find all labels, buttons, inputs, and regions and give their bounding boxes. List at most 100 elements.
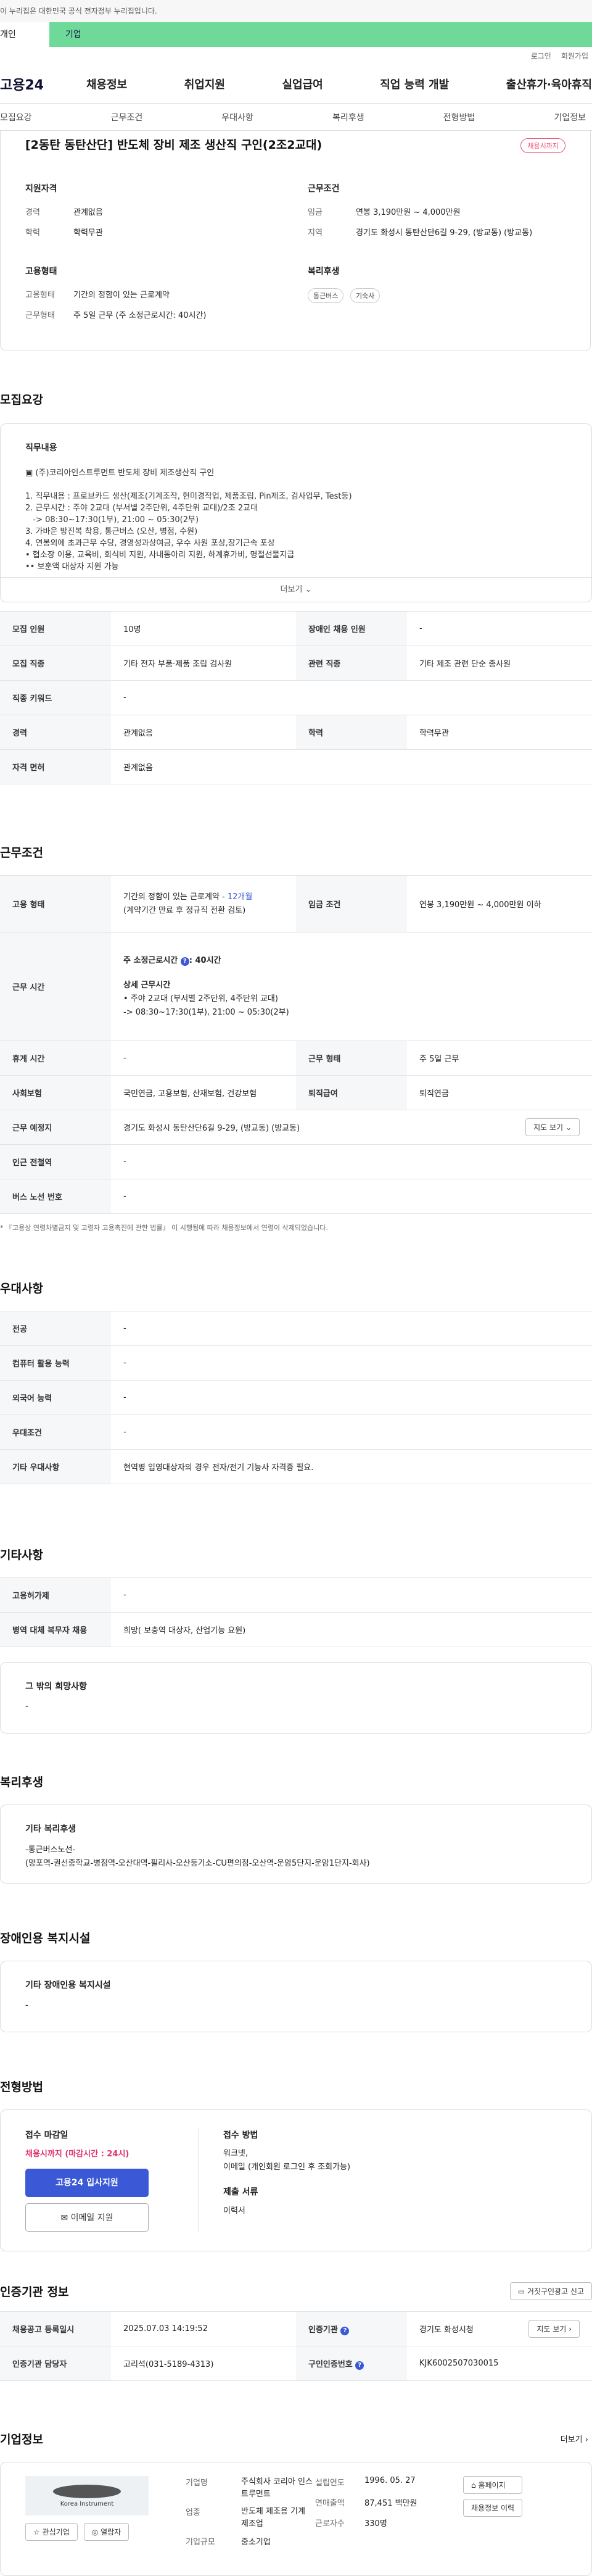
disabled-facility-box: 기타 장애인용 복지시설 - <box>0 1961 592 2032</box>
info-icon[interactable]: ? <box>355 2361 364 2370</box>
gnb-menu-skills[interactable]: 직업 능력 개발 <box>380 76 449 92</box>
welfare-chip: 통근버스 <box>308 288 344 303</box>
table-cell: - <box>111 1415 592 1450</box>
report-false-ad-button[interactable]: ▭ 거짓구인광고 신고 <box>509 2282 592 2300</box>
home-icon: ⌂ <box>471 2481 476 2490</box>
table-header-cell: 장애인 채용 인원 <box>296 611 407 646</box>
global-nav: 고용24 채용정보 취업지원 실업급여 직업 능력 개발 출산휴가·육아휴직 <box>0 64 592 104</box>
table-header-cell: 고용허가제 <box>0 1577 111 1613</box>
region-label: 지역 <box>308 228 323 238</box>
show-more-button[interactable]: 더보기 ⌄ <box>1 577 591 602</box>
scale-value: 중소기업 <box>241 2538 271 2547</box>
etc-section-title: 기타사항 <box>0 1548 43 1562</box>
company-info: 기업명 주식회사 코리아 인스트루먼트 업종 반도체 제조용 기계 제조업 기업규모… <box>161 2476 567 2562</box>
interest-company-button[interactable]: ☆ 관심기업 <box>25 2523 78 2541</box>
job-history-button[interactable]: 채용정보 이력 <box>463 2499 523 2517</box>
tab-personal[interactable]: 개인 <box>0 22 49 47</box>
table-cell: 경기도 화성시청 지도 보기 › <box>407 2311 592 2346</box>
table-header-cell: 모집 인원 <box>0 611 111 646</box>
job-description-label: 직무내용 <box>25 443 57 453</box>
cert-header: 인증기관 정보 ▭ 거짓구인광고 신고 <box>0 2282 592 2300</box>
table-header-cell: 병역 대체 복무자 채용 <box>0 1612 111 1647</box>
work-condition-heading: 근무조건 <box>308 184 340 194</box>
shuttle-route: (망포역-권선중학교-병점역-오산대역-필리사-오산등기소-CU편의점-오산역-… <box>25 1859 370 1868</box>
map-view-button[interactable]: 지도 보기 ⌄ <box>525 1118 580 1136</box>
email-apply-button[interactable]: ✉ 이메일 지원 <box>25 2203 149 2232</box>
apply-button[interactable]: 고용24 입사지원 <box>25 2169 149 2197</box>
table-header-cell: 구인인증번호 ? <box>296 2346 407 2381</box>
education-value: 학력무관 <box>73 228 103 238</box>
gnb-menu-parental-leave[interactable]: 출산휴가·육아휴직 <box>506 76 592 92</box>
anchor-process[interactable]: 전형방법 <box>443 111 475 123</box>
work-form-value: 주 5일 근무 (주 소정근로시간: 40시간) <box>73 311 207 320</box>
homepage-button[interactable]: ⌂ 홈페이지 <box>463 2476 523 2494</box>
table-cell: - <box>111 680 592 715</box>
table-header-cell: 경력 <box>0 715 111 750</box>
age-law-note: * 『고용상 연령차별금지 및 고령자 고용촉진에 관한 법률』 이 시행됨에 … <box>0 1224 328 1232</box>
company-logo-block: Korea Instrument ☆ 관심기업 ◎ 열람자 <box>25 2476 161 2562</box>
table-cell: 기타 전자 부품·제품 조립 검사원 <box>111 646 296 681</box>
table-cell: 학력무관 <box>407 715 592 750</box>
anchor-company[interactable]: 기업정보 <box>554 111 586 123</box>
table-cell: 현역병 입영대상자의 경우 전자/전기 기능사 자격증 필요. <box>111 1449 592 1484</box>
info-icon[interactable]: ? <box>180 957 189 966</box>
chevron-right-icon: › <box>569 2325 572 2333</box>
anchor-welfare[interactable]: 복리후생 <box>332 111 364 123</box>
section-anchor-nav: 모집요강 근무조건 우대사항 복리후생 전형방법 기업정보 <box>0 104 592 131</box>
table-cell: - <box>407 611 592 646</box>
table-cell: - <box>111 1144 592 1179</box>
employment-type-block: 고용형태 고용형태 기간의 정함이 있는 근로계약 근무형태 주 5일 근무 (주 … <box>25 265 283 329</box>
documents-value: 이력서 <box>223 2206 245 2216</box>
industry-label: 업종 <box>186 2508 200 2517</box>
mail-icon: ✉ <box>60 2213 68 2223</box>
tab-company[interactable]: 기업 <box>49 22 592 47</box>
qualification-heading: 지원자격 <box>25 184 57 194</box>
company-more-link[interactable]: 더보기 › <box>561 2433 592 2445</box>
cert-map-button[interactable]: 지도 보기 › <box>528 2320 580 2338</box>
welfare-box-title: 기타 복리후생 <box>25 1824 76 1834</box>
info-icon[interactable]: ? <box>340 2326 350 2335</box>
job-description-text: ▣ (주)코리아인스트루먼트 반도체 장비 제조생산직 구인 1. 직무내용 :… <box>25 468 352 571</box>
viewer-button[interactable]: ◎ 열람자 <box>83 2523 130 2541</box>
preference-table: 전공 - 컴퓨터 활용 능력 - 외국어 능력 - 우대조건 - 기타 우대사항 현역병 … <box>0 1311 592 1484</box>
gnb-menu-employment-support[interactable]: 취업지원 <box>184 76 225 92</box>
education-label: 학력 <box>25 228 40 238</box>
chevron-down-icon: ⌄ <box>305 585 312 594</box>
industry-value: 반도체 제조용 기계 제조업 <box>241 2507 305 2528</box>
cert-section-title: 인증기관 정보 <box>0 2285 69 2299</box>
join-link[interactable]: 회원가입 <box>561 51 588 61</box>
wage-value: 연봉 3,190만원 ~ 4,000만원 <box>356 208 461 217</box>
table-header-cell: 버스 노선 번호 <box>0 1179 111 1214</box>
login-link[interactable]: 로그인 <box>531 51 551 61</box>
table-header-cell: 자격 면허 <box>0 749 111 784</box>
table-header-cell: 외국어 능력 <box>0 1380 111 1415</box>
anchor-conditions[interactable]: 근무조건 <box>111 111 143 123</box>
table-header-cell: 모집 직종 <box>0 646 111 681</box>
site-logo[interactable]: 고용24 <box>0 74 68 94</box>
recruit-section-title: 모집요강 <box>0 393 43 407</box>
table-cell: - <box>111 1041 296 1076</box>
company-logo: Korea Instrument <box>25 2476 149 2516</box>
table-header-cell: 우대조건 <box>0 1415 111 1450</box>
table-cell: - <box>111 1577 592 1613</box>
company-box: Korea Instrument ☆ 관심기업 ◎ 열람자 기업명 주식회사 코리… <box>0 2462 592 2576</box>
documents-title: 제출 서류 <box>223 2187 258 2197</box>
gov-notice-bar: 이 누리집은 대한민국 공식 전자정부 누리집입니다. <box>0 0 592 22</box>
table-cell: - <box>111 1380 592 1415</box>
deadline-title: 접수 마감일 <box>25 2130 68 2140</box>
table-header-cell: 인근 전철역 <box>0 1144 111 1179</box>
wage-label: 임금 <box>308 208 323 217</box>
table-cell: - <box>111 1345 592 1381</box>
gnb-menu-jobs[interactable]: 채용정보 <box>86 76 127 92</box>
anchor-recruit[interactable]: 모집요강 <box>0 111 32 123</box>
company-name-value: 주식회사 코리아 인스트루먼트 <box>241 2477 313 2499</box>
preference-section-title: 우대사항 <box>0 1282 43 1295</box>
shuttle-route-title: -통근버스노선- <box>25 1845 76 1855</box>
table-header-cell: 근무 형태 <box>296 1041 407 1076</box>
contract-period: 12개월 <box>227 892 253 902</box>
method-value-1: 워크넷, <box>223 2149 249 2158</box>
job-title: [2동탄 동탄산단] 반도체 장비 제조 생산직 구인(2조2교대) <box>25 138 323 152</box>
anchor-preference[interactable]: 우대사항 <box>221 111 253 123</box>
sales-value: 87,451 백만원 <box>364 2499 417 2508</box>
gnb-menu-unemployment-benefit[interactable]: 실업급여 <box>282 76 323 92</box>
